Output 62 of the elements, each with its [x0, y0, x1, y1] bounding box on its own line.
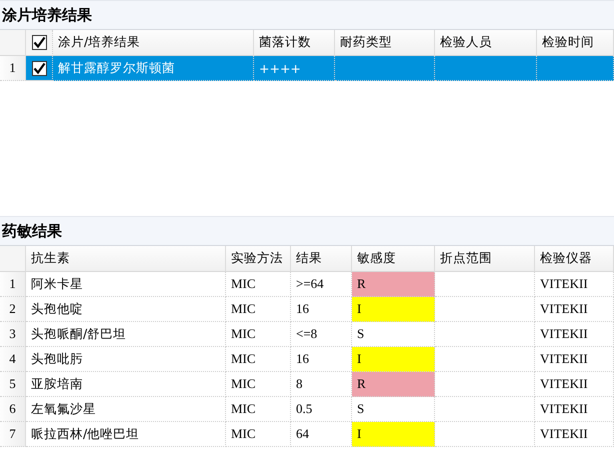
table-cell: MIC	[226, 372, 291, 397]
table-cell: 头孢吡肟	[26, 347, 226, 372]
row-number: 7	[0, 422, 26, 447]
table-cell: 解甘露醇罗尔斯顿菌	[58, 60, 175, 76]
row-number: 3	[0, 322, 26, 347]
column-header[interactable]: 抗生素	[26, 246, 226, 272]
column-header[interactable]: 实验方法	[226, 246, 291, 272]
table-cell: 阿米卡星	[26, 272, 226, 297]
row-number: 1	[0, 56, 26, 81]
table-row[interactable]: 1 解甘露醇罗尔斯顿菌 ++++	[0, 56, 614, 81]
column-header[interactable]: 检验时间	[537, 30, 614, 56]
sensitivity-cell: I	[352, 297, 435, 322]
column-header[interactable]: 结果	[291, 246, 352, 272]
table-cell: ++++	[259, 60, 301, 76]
row-number: 5	[0, 372, 26, 397]
checkbox[interactable]	[32, 35, 46, 50]
table-cell: VITEKII	[535, 347, 614, 372]
section-title: 涂片培养结果	[0, 0, 614, 30]
sensitivity-cell: S	[352, 322, 435, 347]
table-cell: MIC	[226, 322, 291, 347]
sensitivity-cell: I	[352, 422, 435, 447]
table-cell: MIC	[226, 347, 291, 372]
column-header[interactable]: 菌落计数	[254, 30, 335, 56]
table-cell: VITEKII	[535, 372, 614, 397]
table-cell: 左氧氟沙星	[26, 397, 226, 422]
table-cell: 头孢哌酮/舒巴坦	[26, 322, 226, 347]
column-header[interactable]: 耐药类型	[335, 30, 435, 56]
table-cell: MIC	[226, 297, 291, 322]
row-number: 1	[0, 272, 26, 297]
table-cell: 0.5	[291, 397, 352, 422]
row-number: 2	[0, 297, 26, 322]
table-cell: 亚胺培南	[26, 372, 226, 397]
column-header[interactable]: 涂片/培养结果	[53, 30, 254, 56]
table-cell: VITEKII	[535, 322, 614, 347]
table-cell: VITEKII	[535, 397, 614, 422]
row-number: 6	[0, 397, 26, 422]
sensitivity-cell: R	[352, 372, 435, 397]
sensitivity-cell: S	[352, 397, 435, 422]
table-cell: 哌拉西林/他唑巴坦	[26, 422, 226, 447]
table-cell: 16	[291, 347, 352, 372]
table-cell: MIC	[226, 422, 291, 447]
checkbox[interactable]	[32, 60, 46, 76]
table-cell: 8	[291, 372, 352, 397]
table-cell: <=8	[291, 322, 352, 347]
section-title: 药敏结果	[0, 216, 614, 246]
table-cell: VITEKII	[535, 422, 614, 447]
table-cell: 64	[291, 422, 352, 447]
table-cell: VITEKII	[535, 297, 614, 322]
table-cell: VITEKII	[535, 272, 614, 297]
table-cell: 头孢他啶	[26, 297, 226, 322]
header-corner	[0, 246, 26, 272]
sensitivity-cell: R	[352, 272, 435, 297]
column-header[interactable]: 敏感度	[352, 246, 435, 272]
table-cell: 16	[291, 297, 352, 322]
table-cell: >=64	[291, 272, 352, 297]
sensitivity-cell: I	[352, 347, 435, 372]
column-header[interactable]: 检验仪器	[535, 246, 614, 272]
table-cell: MIC	[226, 397, 291, 422]
column-header[interactable]: 折点范围	[435, 246, 535, 272]
row-number: 4	[0, 347, 26, 372]
table-cell: MIC	[226, 272, 291, 297]
column-header[interactable]: 检验人员	[435, 30, 537, 56]
